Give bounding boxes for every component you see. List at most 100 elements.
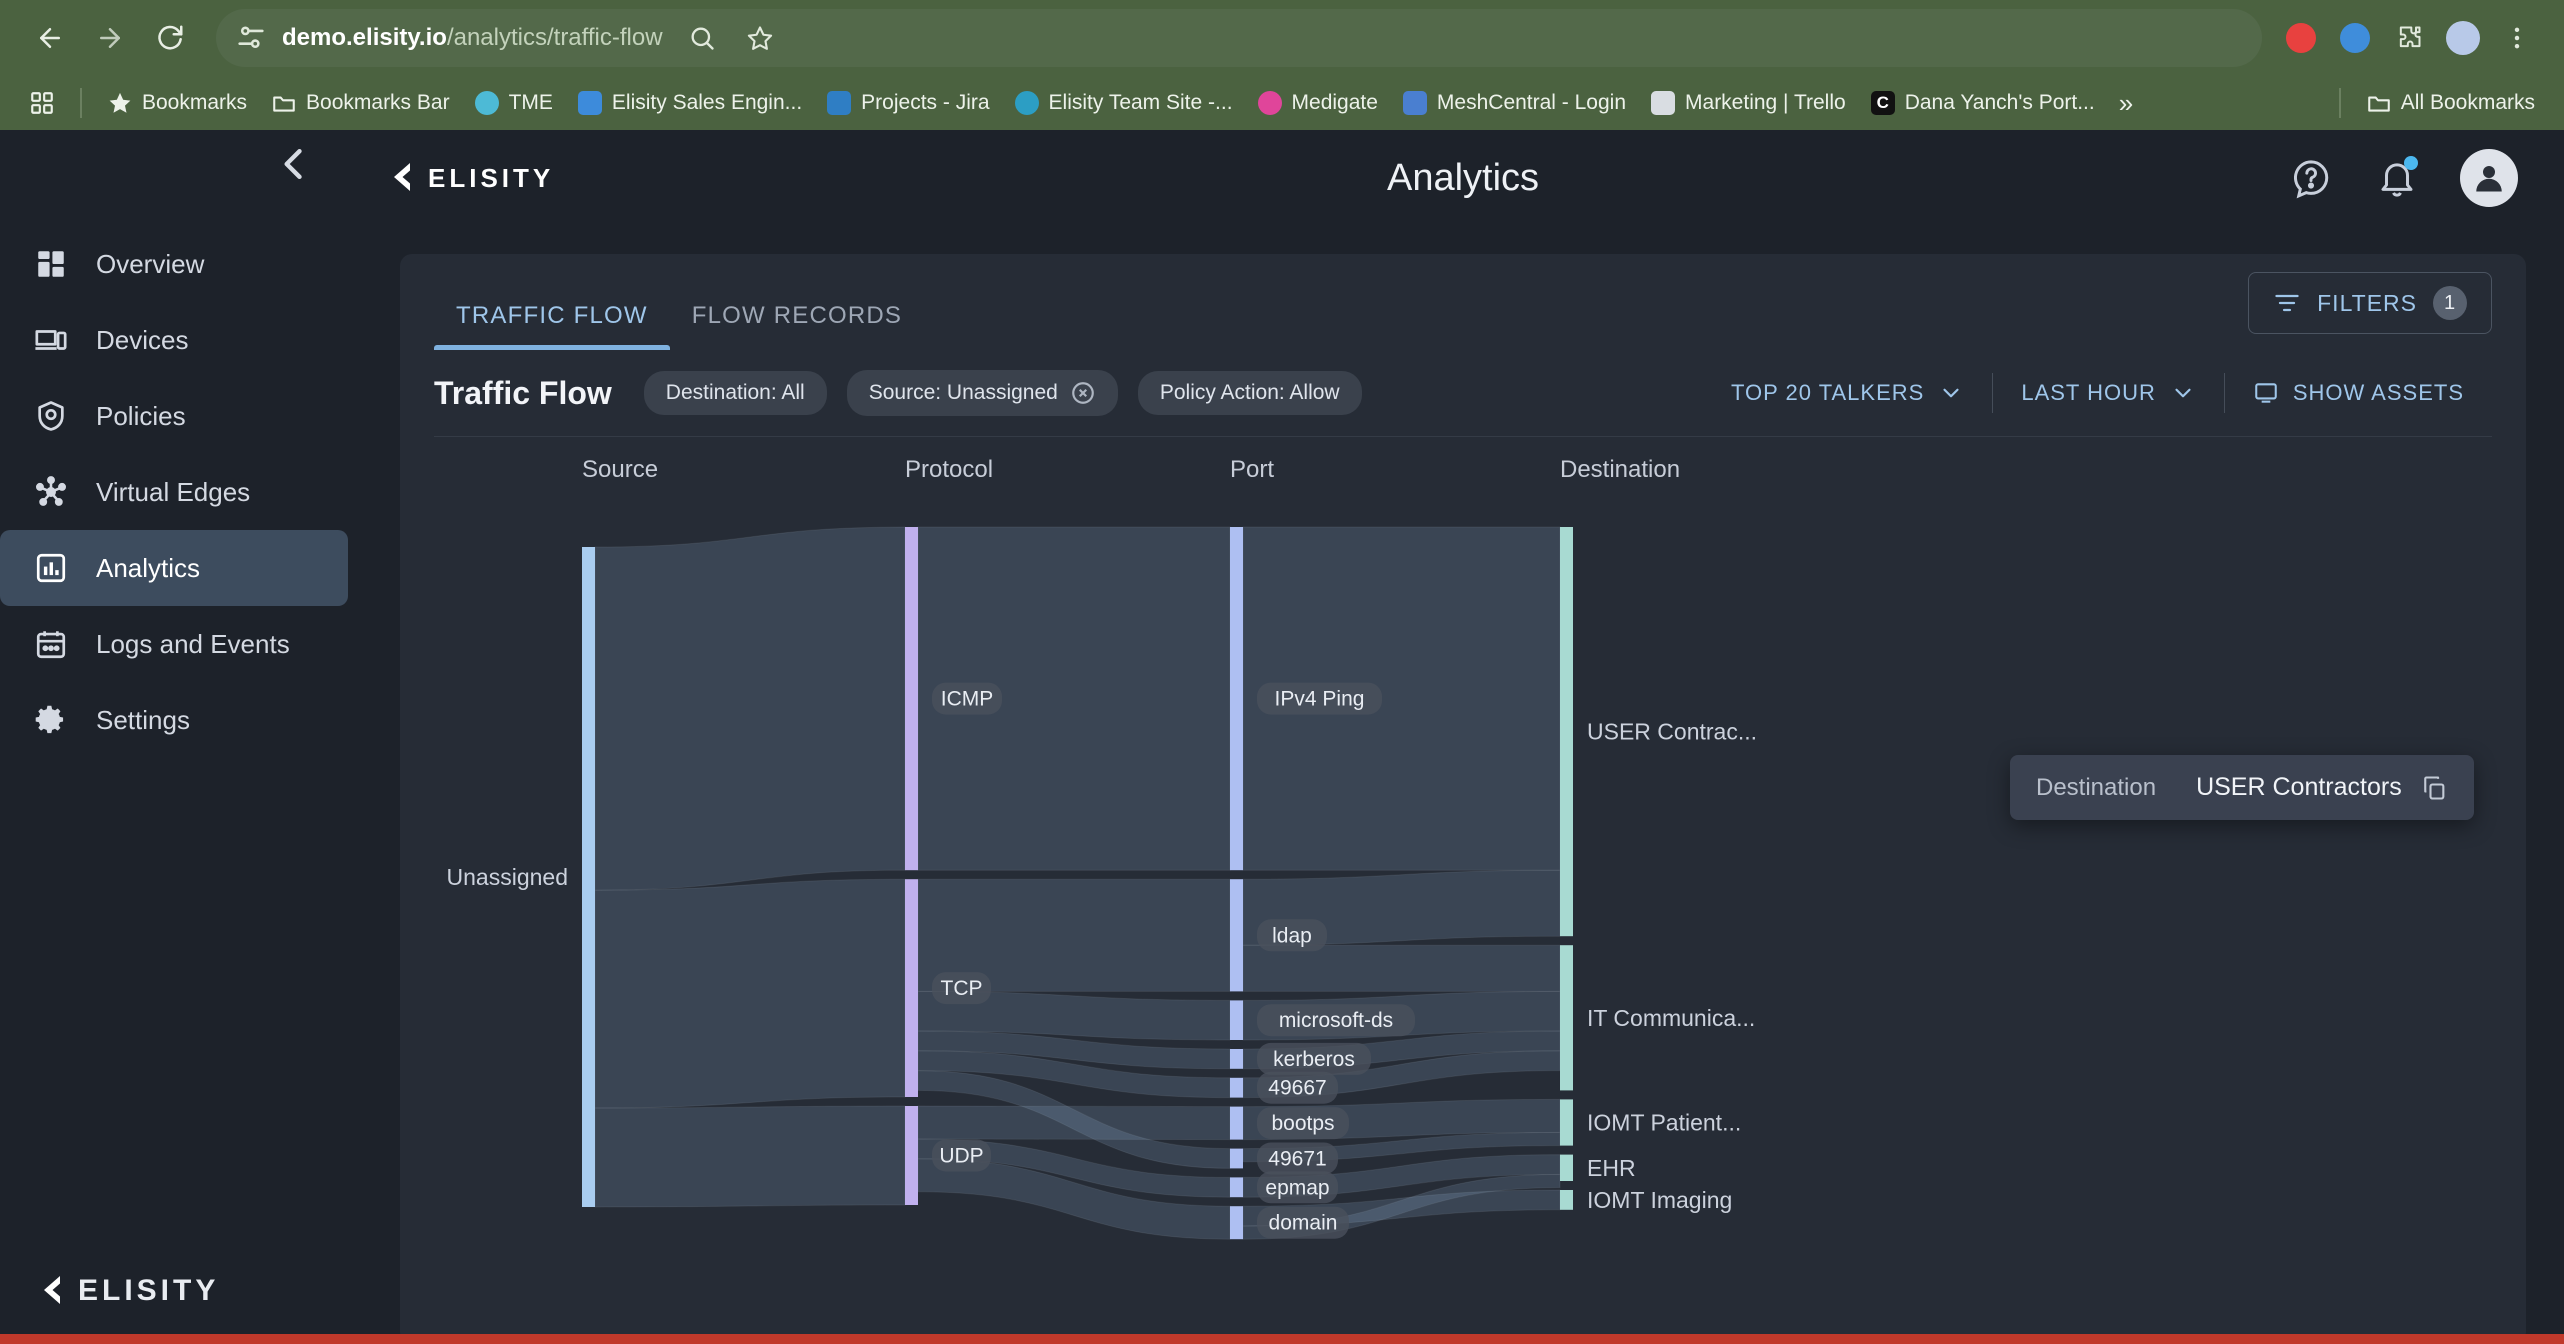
site-settings-icon[interactable]	[234, 21, 268, 55]
bookmark-item-team-site[interactable]: Elisity Team Site -...	[1003, 84, 1244, 122]
sankey-node[interactable]	[1230, 1049, 1243, 1069]
sankey-node[interactable]	[1560, 1190, 1573, 1210]
sankey-node[interactable]	[1230, 1148, 1243, 1169]
sankey-node[interactable]	[905, 879, 918, 1097]
notification-dot	[2404, 156, 2418, 170]
sidebar-item-logs-and-events[interactable]: Logs and Events	[0, 606, 348, 682]
chip-policy-action[interactable]: Policy Action: Allow	[1137, 371, 1362, 415]
url-path: /analytics/traffic-flow	[446, 24, 663, 51]
bookmark-item-trello[interactable]: Marketing | Trello	[1639, 84, 1857, 122]
sankey-node[interactable]	[1230, 879, 1243, 992]
sankey-node[interactable]	[1560, 527, 1573, 937]
sidebar-item-policies[interactable]: Policies	[0, 378, 348, 454]
sankey-node[interactable]	[1230, 1177, 1243, 1198]
sankey-link[interactable]	[1242, 944, 1561, 992]
tab-flow-records[interactable]: FLOW RECORDS	[670, 302, 924, 350]
filters-label: FILTERS	[2317, 289, 2417, 316]
forward-button[interactable]	[82, 10, 138, 66]
profile-icon[interactable]	[2438, 13, 2488, 63]
sidebar-item-analytics[interactable]: Analytics	[0, 530, 348, 606]
tooltip-label: Destination	[2036, 773, 2157, 801]
sankey-links	[594, 526, 1561, 1240]
elisity-app: Overview Devices Policies Virtual Edges …	[0, 130, 2564, 1344]
sankey-link[interactable]	[594, 526, 906, 891]
chip-remove-icon[interactable]	[1070, 380, 1096, 406]
sankey-link[interactable]	[594, 1105, 906, 1208]
extensions-puzzle-icon[interactable]	[2384, 13, 2434, 63]
tab-traffic-flow[interactable]: TRAFFIC FLOW	[434, 302, 670, 350]
sankey-node-label: ICMP	[941, 688, 994, 711]
sankey-chart[interactable]: Source Protocol Port Destination Unassigned I…	[400, 437, 2526, 1344]
reload-button[interactable]	[142, 10, 198, 66]
chevron-down-icon	[1943, 388, 1959, 398]
show-assets-label: SHOW ASSETS	[2292, 380, 2464, 405]
search-icon[interactable]	[677, 13, 727, 63]
all-bookmarks-button[interactable]: All Bookmarks	[2355, 84, 2546, 122]
flow-title: Traffic Flow	[434, 374, 612, 411]
show-assets-button[interactable]: SHOW ASSETS	[2225, 380, 2492, 406]
sankey-node[interactable]	[582, 547, 595, 1207]
extension-icon-1[interactable]	[2276, 13, 2326, 63]
sankey-node[interactable]	[905, 1106, 918, 1205]
sankey-node-label: kerberos	[1273, 1048, 1355, 1071]
back-button[interactable]	[22, 10, 78, 66]
sidebar-item-settings[interactable]: Settings	[0, 682, 348, 758]
sidebar: Overview Devices Policies Virtual Edges …	[0, 130, 362, 1344]
sankey-node[interactable]	[1560, 1154, 1573, 1181]
bookmark-item-tme[interactable]: TME	[463, 84, 564, 122]
sankey-node[interactable]	[1230, 1206, 1243, 1240]
sankey-node-label: UDP	[939, 1145, 983, 1168]
sankey-column-header: Port	[1230, 456, 1274, 483]
bookmark-item-bookmarks[interactable]: Bookmarks	[96, 84, 258, 122]
sankey-node[interactable]	[1560, 945, 1573, 1091]
chrome-menu-icon[interactable]	[2492, 13, 2542, 63]
sidebar-logo: ELISITY	[40, 1274, 219, 1308]
sankey-link[interactable]	[594, 878, 906, 1109]
dashboard-icon	[32, 245, 70, 283]
bookmark-item-meshcentral[interactable]: MeshCentral - Login	[1391, 84, 1637, 122]
sankey-node[interactable]	[1230, 1106, 1243, 1140]
sidebar-item-devices[interactable]: Devices	[0, 302, 348, 378]
sankey-node[interactable]	[1230, 527, 1243, 871]
sankey-link[interactable]	[917, 1105, 1231, 1141]
bookmark-label: Bookmarks Bar	[306, 91, 450, 114]
apps-grid-button[interactable]	[18, 84, 66, 122]
toolbar: Traffic Flow Destination: All Source: Un…	[400, 350, 2526, 436]
header-brand-text: ELISITY	[428, 162, 555, 193]
bookmark-item-elisity-sales[interactable]: Elisity Sales Engin...	[566, 84, 813, 122]
sidebar-item-label: Policies	[96, 400, 186, 431]
sankey-node-label: epmap	[1265, 1176, 1329, 1199]
sankey-node[interactable]	[1230, 1000, 1243, 1040]
time-range-select[interactable]: LAST HOUR	[1993, 380, 2224, 406]
sankey-node[interactable]	[1560, 1099, 1573, 1146]
url-text: demo.elisity.io/analytics/traffic-flow	[282, 24, 663, 52]
bookmarks-overflow-button[interactable]: »	[2108, 82, 2144, 125]
bookmark-label: Elisity Sales Engin...	[611, 91, 803, 114]
extension-icon-2[interactable]	[2330, 13, 2380, 63]
sidebar-item-overview[interactable]: Overview	[0, 226, 348, 302]
bookmark-star-icon[interactable]	[735, 13, 785, 63]
bookmark-item-medigate[interactable]: Medigate	[1246, 84, 1389, 122]
bookmark-item-dana-yanch[interactable]: C Dana Yanch's Port...	[1859, 84, 2106, 122]
bookmark-label: Bookmarks	[142, 91, 248, 114]
user-avatar-icon[interactable]	[2460, 149, 2518, 207]
sidebar-item-virtual-edges[interactable]: Virtual Edges	[0, 454, 348, 530]
sankey-node[interactable]	[1230, 1077, 1243, 1098]
top-talkers-select[interactable]: TOP 20 TALKERS	[1703, 380, 1992, 406]
chip-source[interactable]: Source: Unassigned	[846, 370, 1118, 416]
sidebar-collapse-button[interactable]	[272, 142, 316, 186]
bookmark-item-jira[interactable]: Projects - Jira	[815, 84, 1000, 122]
bell-icon[interactable]	[2374, 155, 2420, 201]
sankey-node-label: 49671	[1268, 1148, 1326, 1171]
sankey-node-label: IT Communica...	[1587, 1005, 1755, 1031]
sankey-node[interactable]	[905, 527, 918, 871]
address-bar[interactable]: demo.elisity.io/analytics/traffic-flow	[216, 9, 2262, 67]
help-circle-icon[interactable]	[2288, 155, 2334, 201]
star-icon	[107, 90, 133, 116]
sankey-node-label: IOMT Patient...	[1587, 1110, 1741, 1136]
chip-destination[interactable]: Destination: All	[643, 371, 827, 415]
filters-button[interactable]: FILTERS 1	[2248, 272, 2492, 334]
sankey-node-label: 49667	[1268, 1077, 1326, 1100]
bookmark-item-bookmarks-bar[interactable]: Bookmarks Bar	[260, 84, 461, 122]
copy-icon[interactable]	[2420, 774, 2448, 802]
